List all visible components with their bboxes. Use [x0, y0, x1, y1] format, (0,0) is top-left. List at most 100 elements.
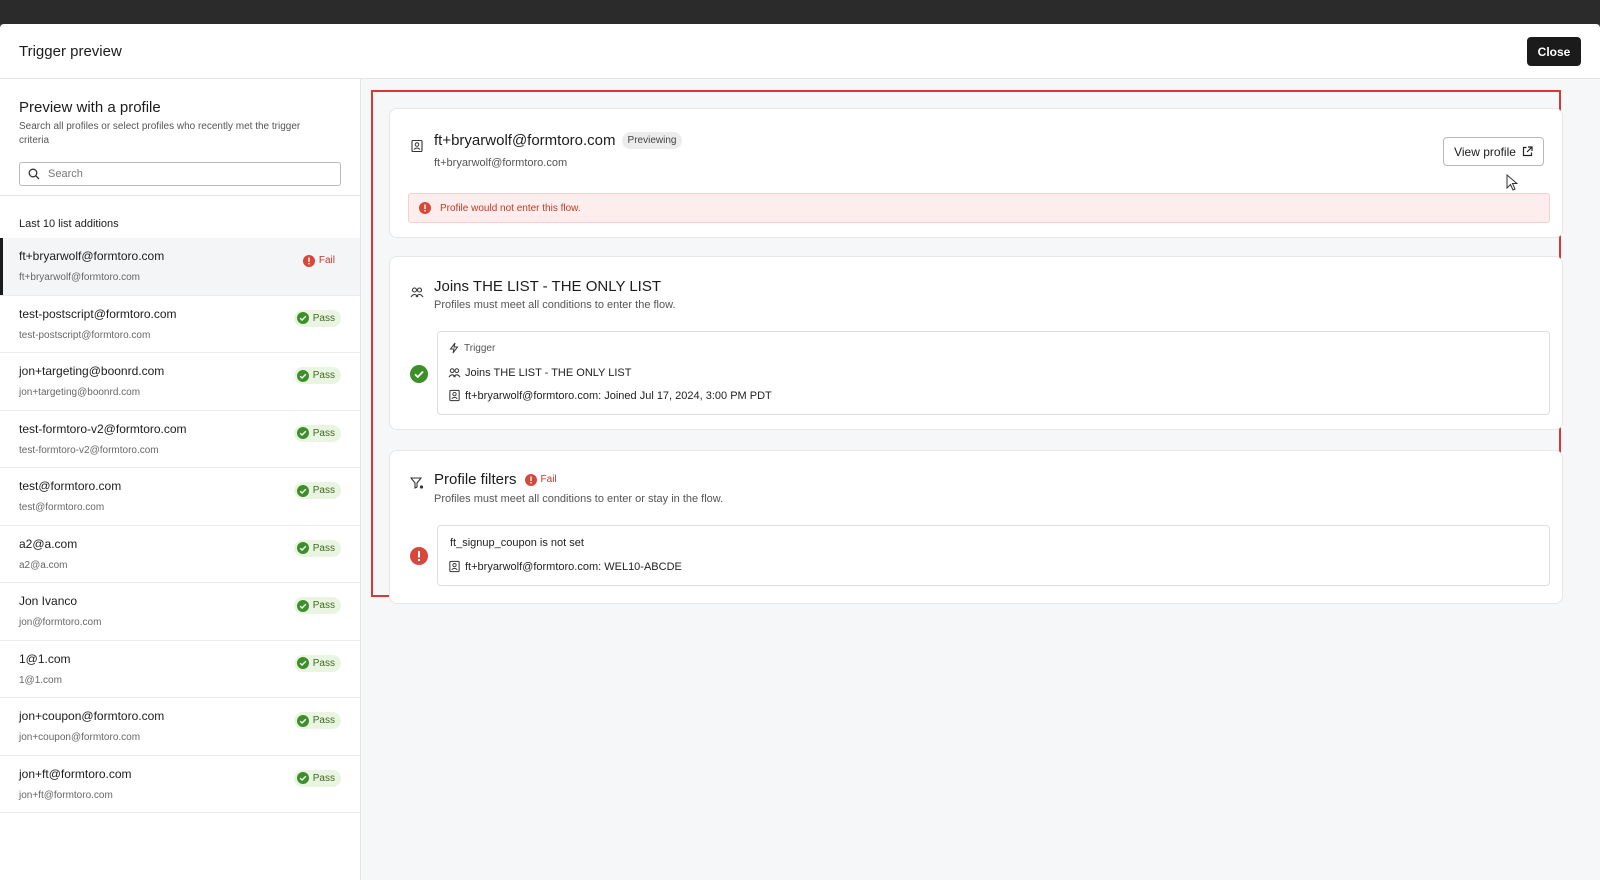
- search-box[interactable]: [19, 162, 341, 186]
- fail-icon: [524, 473, 537, 486]
- filter-condition: ft_signup_coupon is not set: [450, 537, 584, 549]
- users-icon: [410, 287, 424, 298]
- status-text: Pass: [312, 600, 335, 611]
- profile-item-email: ft+bryarwolf@formtoro.com: [19, 272, 141, 283]
- profile-card-email: ft+bryarwolf@formtoro.com: [434, 157, 568, 169]
- filters-card-subtitle: Profiles must meet all conditions to ent…: [434, 493, 724, 505]
- pass-check-icon: [296, 772, 309, 784]
- trigger-card-title: Joins THE LIST - THE ONLY LIST: [434, 278, 662, 295]
- trigger-label-row: Trigger: [448, 342, 495, 354]
- pass-check-icon: [410, 365, 428, 383]
- profile-list-item[interactable]: test-postscript@formtoro.com test-postsc…: [0, 296, 360, 353]
- sidebar-subtitle: Search all profiles or select profiles w…: [19, 121, 301, 146]
- profile-status-badge: Pass: [293, 309, 341, 327]
- profile-status-badge: Pass: [293, 367, 341, 384]
- profile-status-badge: Pass: [293, 482, 341, 499]
- error-icon: [419, 202, 431, 214]
- status-text: Pass: [312, 542, 335, 554]
- filter-value-row: ft+bryarwolf@formtoro.com: WEL10-ABCDE: [448, 560, 682, 573]
- filters-status-badge: Fail: [524, 473, 557, 486]
- fail-status-icon: [410, 547, 428, 565]
- profile-status-badge: Pass: [293, 424, 341, 442]
- profile-item-name: test@formtoro.com: [19, 479, 122, 493]
- profile-item-name: test-postscript@formtoro.com: [19, 306, 177, 321]
- trigger-joined-text: ft+bryarwolf@formtoro.com: Joined Jul 17…: [465, 389, 772, 402]
- status-text: Pass: [312, 772, 335, 784]
- modal-title: Trigger preview: [19, 43, 122, 60]
- profile-list-item[interactable]: test-formtoro-v2@formtoro.com test-formt…: [0, 411, 360, 468]
- trigger-label: Trigger: [464, 342, 496, 354]
- profile-card-title: ft+bryarwolf@formtoro.com: [434, 132, 616, 149]
- close-button[interactable]: Close: [1527, 37, 1581, 66]
- lightning-icon: [449, 342, 459, 354]
- status-text: Pass: [312, 312, 335, 324]
- filters-title-row: Profile filters Fail: [434, 471, 557, 488]
- view-profile-button[interactable]: View profile: [1443, 137, 1544, 166]
- filters-status-text: Fail: [540, 474, 557, 485]
- view-profile-label: View profile: [1454, 144, 1516, 159]
- profile-item-name: 1@1.com: [19, 651, 71, 666]
- pass-check-icon: [296, 542, 309, 554]
- status-text: Pass: [312, 715, 335, 726]
- profile-status-badge: Pass: [293, 712, 341, 729]
- pass-check-icon: [296, 714, 309, 727]
- profile-item-email: test@formtoro.com: [19, 502, 105, 513]
- status-text: Pass: [312, 485, 335, 496]
- pass-check-icon: [296, 599, 309, 612]
- search-icon: [28, 168, 40, 180]
- profile-item-email: 1@1.com: [19, 674, 62, 686]
- pass-check-icon: [296, 427, 309, 439]
- profile-status-badge: Pass: [293, 539, 341, 557]
- users-icon: [448, 368, 461, 378]
- profile-status-badge: Pass: [293, 769, 341, 787]
- status-text: Pass: [312, 657, 335, 669]
- trigger-preview-modal: Trigger preview Close Preview with a pro…: [0, 24, 1600, 880]
- filter-condition-row: ft_signup_coupon is not set: [450, 537, 584, 549]
- profile-sidebar: Preview with a profile Search all profil…: [0, 79, 361, 880]
- profile-card-icon: [411, 139, 423, 153]
- preview-main: ft+bryarwolf@formtoro.com Previewing ft+…: [361, 79, 1600, 880]
- filter-icon: [410, 477, 424, 489]
- profile-status-badge: Pass: [293, 597, 341, 614]
- pass-check-icon: [296, 369, 309, 382]
- error-alert: Profile would not enter this flow.: [408, 193, 1550, 223]
- sidebar-title: Preview with a profile: [19, 99, 161, 116]
- trigger-list-row: Joins THE LIST - THE ONLY LIST: [448, 366, 631, 379]
- profile-icon: [449, 389, 460, 402]
- alert-text: Profile would not enter this flow.: [440, 202, 581, 214]
- profile-item-name: jon+targeting@boonrd.com: [19, 364, 165, 378]
- profile-list-item[interactable]: jon+ft@formtoro.com jon+ft@formtoro.com …: [0, 756, 360, 813]
- profile-item-name: Jon Ivanco: [19, 594, 78, 608]
- profile-card: ft+bryarwolf@formtoro.com Previewing ft+…: [389, 108, 1563, 238]
- profile-status-badge: Pass: [293, 654, 341, 672]
- profile-item-name: jon+ft@formtoro.com: [19, 766, 132, 781]
- status-text: Pass: [312, 427, 335, 439]
- profile-list-item[interactable]: jon+coupon@formtoro.com jon+coupon@formt…: [0, 698, 360, 756]
- profile-list-item[interactable]: 1@1.com 1@1.com Pass: [0, 641, 360, 698]
- profile-filters-card: Profile filters Fail Profiles must meet …: [389, 450, 1563, 604]
- pass-check-icon: [296, 484, 309, 497]
- profile-item-name: test-formtoro-v2@formtoro.com: [19, 421, 187, 436]
- profile-list-item[interactable]: a2@a.com a2@a.com Pass: [0, 526, 360, 583]
- filter-value-text: ft+bryarwolf@formtoro.com: WEL10-ABCDE: [465, 560, 682, 573]
- mouse-cursor-icon: [1506, 174, 1518, 191]
- status-text: Fail: [318, 255, 335, 266]
- profile-list-item[interactable]: Jon Ivanco jon@formtoro.com Pass: [0, 583, 360, 641]
- profile-list-item[interactable]: jon+targeting@boonrd.com jon+targeting@b…: [0, 353, 360, 411]
- filters-card-title: Profile filters: [434, 471, 517, 488]
- app-top-bar: [0, 0, 1600, 24]
- profile-item-email: jon@formtoro.com: [19, 617, 102, 628]
- trigger-joined-row: ft+bryarwolf@formtoro.com: Joined Jul 17…: [448, 389, 772, 402]
- sidebar-header: Preview with a profile Search all profil…: [0, 79, 360, 196]
- profile-item-email: test-postscript@formtoro.com: [19, 329, 151, 341]
- profile-item-email: jon+targeting@boonrd.com: [19, 387, 141, 398]
- trigger-list-name: Joins THE LIST - THE ONLY LIST: [465, 366, 632, 379]
- profile-list-item[interactable]: test@formtoro.com test@formtoro.com Pass: [0, 468, 360, 526]
- modal-header: Trigger preview Close: [0, 24, 1600, 79]
- profile-list-item[interactable]: ft+bryarwolf@formtoro.com ft+bryarwolf@f…: [0, 238, 360, 296]
- search-input[interactable]: [46, 167, 330, 181]
- previewing-badge: Previewing: [621, 132, 683, 149]
- list-label: Last 10 list additions: [19, 218, 119, 230]
- external-link-icon: [1522, 146, 1533, 157]
- trigger-card-subtitle: Profiles must meet all conditions to ent…: [434, 299, 676, 311]
